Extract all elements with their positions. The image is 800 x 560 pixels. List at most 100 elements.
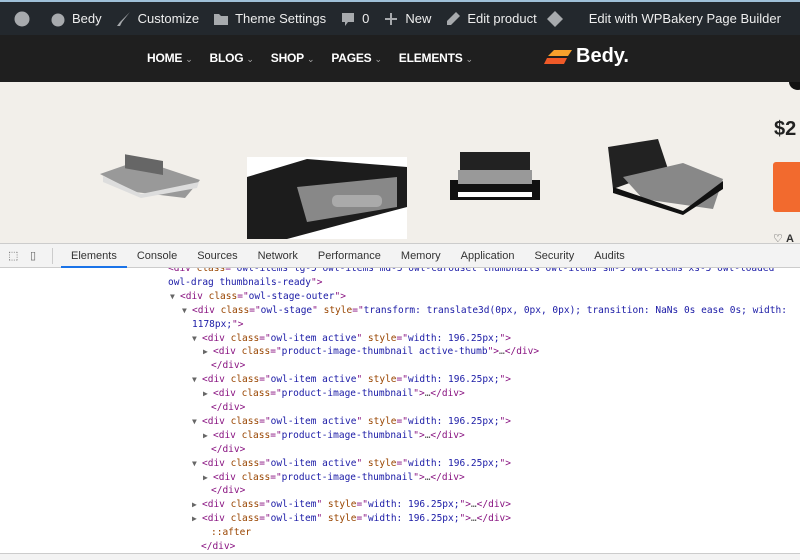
expand-triangle-icon[interactable]: ▶ (203, 429, 213, 443)
dom-node-line[interactable]: ▼ <div class="owl-stage" style="transform… (182, 304, 787, 318)
code-token: product-image-thumbnail (281, 471, 414, 483)
comment-icon (342, 12, 355, 26)
code-token: </div> (476, 513, 511, 525)
code-token: style (367, 415, 397, 427)
dom-node-line[interactable]: </div> (201, 540, 235, 553)
tab-audits[interactable]: Audits (584, 244, 635, 268)
admin-bar-item[interactable]: Edit with WPBakery Page Builder (546, 10, 781, 27)
tab-console[interactable]: Console (127, 244, 187, 268)
code-token: =" (352, 304, 364, 316)
product-gallery: $2 ♡ A (0, 82, 800, 243)
code-token: <div (213, 429, 242, 441)
admin-bar-item[interactable]: Customize (116, 11, 199, 27)
admin-bar-item[interactable]: 0 (340, 11, 369, 27)
devtools-toolbar: ⬚ ▯ Elements Console Sources Network Perform… (0, 243, 800, 268)
expand-triangle-icon[interactable]: ▶ (203, 471, 213, 485)
code-token: " (316, 513, 328, 525)
dom-node-line[interactable]: ▼ <div class="owl-item active" style="wid… (192, 373, 511, 387)
chevron-down-icon: ⌄ (374, 54, 382, 64)
admin-bar-item[interactable]: Bedy (50, 11, 102, 27)
product-thumbnail[interactable] (603, 137, 728, 215)
code-token: " (356, 332, 368, 344)
wishlist-link[interactable]: ♡ A (773, 232, 794, 243)
code-token: </div> (430, 471, 465, 483)
dom-node-line[interactable]: </div> (211, 401, 245, 415)
dom-node-line[interactable]: ▼ <div class="owl-item active" style="wid… (192, 457, 511, 471)
code-token: width: 196.25px; (407, 415, 500, 427)
tab-application[interactable]: Application (451, 244, 525, 268)
code-token: owl-stage-outer (248, 290, 335, 302)
dom-node-line[interactable]: ▼ <div class="owl-item active" style="wid… (192, 332, 511, 346)
device-toolbar-icon[interactable]: ▯ (30, 249, 44, 262)
product-thumbnail[interactable] (95, 144, 215, 204)
tab-elements[interactable]: Elements (61, 244, 127, 268)
code-token: class (241, 471, 271, 483)
admin-bar-item[interactable]: Theme Settings (213, 11, 326, 27)
collapse-triangle-icon[interactable]: ▼ (170, 290, 180, 304)
menu-item-home[interactable]: HOME ⌄ (147, 51, 193, 65)
expand-triangle-icon[interactable]: ▶ (192, 512, 202, 526)
collapse-triangle-icon[interactable]: ▼ (192, 373, 202, 387)
add-to-cart-button[interactable] (773, 162, 800, 212)
tab-memory[interactable]: Memory (391, 244, 451, 268)
code-token: =" (270, 471, 282, 483)
dom-node-line[interactable]: ▶ <div class="product-image-thumbnail">…<… (203, 387, 465, 401)
expand-triangle-icon[interactable]: ▶ (203, 345, 213, 359)
code-token: 1178px; (192, 318, 233, 330)
dom-node-line[interactable]: ▶ <div class="owl-item" style="width: 196… (192, 512, 511, 526)
code-token: =" (270, 429, 282, 441)
inspect-element-icon[interactable]: ⬚ (8, 249, 24, 262)
code-token: "> (499, 332, 511, 344)
dom-node-line[interactable]: <div class="owl-items lg-5 owl-items md-… (168, 268, 774, 276)
dom-node-line[interactable]: owl-drag thumbnails-ready"> (168, 276, 322, 290)
admin-bar-item[interactable]: Edit product (445, 11, 537, 27)
code-token: " (356, 415, 368, 427)
menu-item-shop[interactable]: SHOP ⌄ (271, 51, 315, 65)
admin-bar-label: Theme Settings (235, 11, 327, 26)
menu-item-elements[interactable]: ELEMENTS ⌄ (399, 51, 473, 65)
collapse-triangle-icon[interactable]: ▼ (182, 304, 192, 318)
dom-node-line[interactable]: </div> (211, 484, 245, 498)
dom-node-line[interactable]: </div> (211, 443, 245, 457)
admin-bar-item[interactable] (14, 11, 36, 27)
expand-triangle-icon[interactable]: ▶ (192, 498, 202, 512)
code-token: <div (213, 471, 242, 483)
menu-item-blog[interactable]: BLOG ⌄ (210, 51, 254, 65)
menu-item-pages[interactable]: PAGES ⌄ (331, 51, 382, 65)
collapse-triangle-icon[interactable]: ▼ (192, 332, 202, 346)
code-token: owl-drag thumbnails-ready (168, 276, 311, 288)
code-token: transform: translate3d(0px, 0px, 0px); t… (363, 304, 787, 316)
dom-node-line[interactable]: ▼ <div class="owl-stage-outer"> (170, 290, 346, 304)
code-token: =" (356, 513, 368, 525)
code-token: class (220, 304, 250, 316)
admin-bar-item[interactable]: New (383, 11, 431, 27)
dom-node-line[interactable]: ::after (211, 526, 251, 540)
expand-triangle-icon[interactable]: ▶ (203, 387, 213, 401)
dom-node-line[interactable]: ▶ <div class="product-image-thumbnail act… (203, 345, 539, 359)
tab-sources[interactable]: Sources (187, 244, 247, 268)
site-header: HOME ⌄ BLOG ⌄ SHOP ⌄ PAGES ⌄ ELEMENTS ⌄ Bedy. (0, 35, 800, 82)
code-token: "> (413, 388, 425, 400)
tab-performance[interactable]: Performance (308, 244, 391, 268)
dom-node-line[interactable]: ▶ <div class="product-image-thumbnail">…<… (203, 471, 465, 485)
dom-node-line[interactable]: 1178px;"> (192, 318, 244, 332)
code-token: </div> (476, 499, 511, 511)
tab-security[interactable]: Security (524, 244, 584, 268)
collapse-triangle-icon[interactable]: ▼ (192, 457, 202, 471)
code-token: <div (202, 415, 231, 427)
dom-node-line[interactable]: ▼ <div class="owl-item active" style="wid… (192, 415, 511, 429)
dom-node-line[interactable]: ▶ <div class="product-image-thumbnail">…<… (203, 429, 465, 443)
code-token: style (327, 499, 357, 511)
code-token: =" (259, 415, 271, 427)
product-thumbnail-active[interactable] (247, 157, 407, 239)
dom-node-line[interactable]: </div> (211, 359, 245, 373)
product-thumbnail[interactable] (450, 150, 540, 202)
scroll-top-button[interactable] (789, 82, 800, 90)
code-token: class (230, 499, 260, 511)
tab-network[interactable]: Network (248, 244, 308, 268)
wp-admin-bar: Bedy Customize Theme Settings 0 New Edit prod… (0, 0, 800, 35)
dom-node-line[interactable]: ▶ <div class="owl-item" style="width: 196… (192, 498, 511, 512)
site-logo[interactable]: Bedy. (544, 45, 629, 68)
code-token: class (241, 429, 271, 441)
collapse-triangle-icon[interactable]: ▼ (192, 415, 202, 429)
